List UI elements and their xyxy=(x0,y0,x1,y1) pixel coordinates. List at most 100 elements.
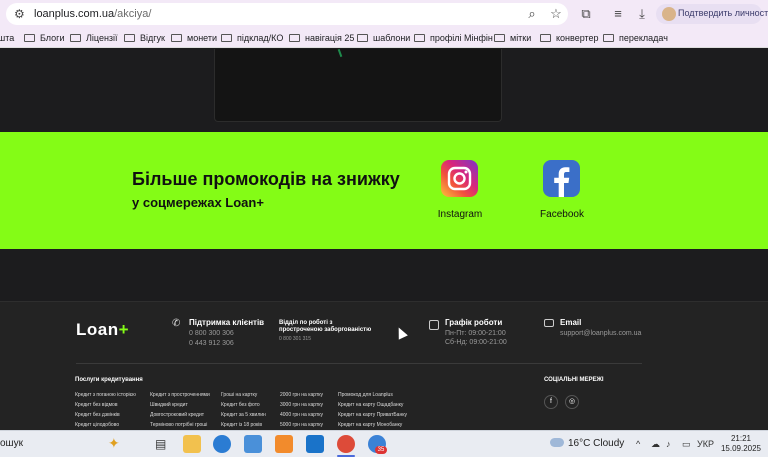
edge-icon[interactable] xyxy=(213,435,231,453)
overdue-phone[interactable]: 0 800 301 315 xyxy=(279,336,375,342)
reading-list-icon[interactable]: ≡ xyxy=(610,6,626,22)
support-phone-2[interactable]: 0 443 912 306 xyxy=(189,340,264,347)
media-card xyxy=(214,49,502,122)
schedule-weekend: Сб-Нд: 09:00-21:00 xyxy=(445,339,507,346)
browser-toolbar: ⚙ loanplus.com.ua/akciya/ ⌕ ☆ ⧉ ≡ ⤓ Подт… xyxy=(0,0,768,28)
sparkle-icon[interactable]: ✦ xyxy=(108,435,120,452)
folder-icon xyxy=(357,34,368,42)
support-block: Підтримка клієнтів 0 800 300 306 0 443 9… xyxy=(189,318,264,347)
services-title: Послуги кредитування xyxy=(75,377,143,383)
bookmark-item[interactable]: шаблони xyxy=(357,32,410,44)
schedule-title: Графік роботи xyxy=(445,318,503,327)
url-text[interactable]: loanplus.com.ua/akciya/ xyxy=(34,7,151,21)
facebook-link[interactable]: Facebook xyxy=(522,160,602,230)
bookmark-item[interactable]: шта xyxy=(0,32,14,44)
bookmarks-bar: шта Блоги Ліцензії Відгук монети підклад… xyxy=(0,28,768,48)
bookmark-item[interactable]: підклад/КО xyxy=(221,32,283,44)
bookmark-item[interactable]: мітки xyxy=(494,32,531,44)
schedule-weekdays: Пн-Пт: 09:00-21:00 xyxy=(445,330,506,337)
service-link[interactable]: Кредит без дзвінків xyxy=(75,412,120,418)
facebook-icon[interactable]: f xyxy=(544,395,558,409)
email-title: Email xyxy=(560,318,582,327)
service-link[interactable]: Кредит на карту ПриватБанку xyxy=(338,412,407,418)
file-explorer-icon[interactable] xyxy=(183,435,201,453)
service-link[interactable]: Кредит на карту Ощадбанку xyxy=(338,402,403,408)
facebook-icon[interactable] xyxy=(543,160,580,197)
service-link[interactable]: Кредит без відмов xyxy=(75,402,117,408)
folder-icon xyxy=(70,34,81,42)
service-link[interactable]: Терміново потрібні гроші xyxy=(150,422,207,428)
folder-icon xyxy=(540,34,551,42)
folder-icon xyxy=(124,34,135,42)
support-phone-1[interactable]: 0 800 300 306 xyxy=(189,330,264,337)
site-logo[interactable]: Loan+ xyxy=(76,320,129,340)
language-indicator[interactable]: УКР xyxy=(697,439,714,449)
email-address[interactable]: support@loanplus.com.ua xyxy=(560,330,641,337)
battery-icon[interactable]: ▭ xyxy=(682,439,691,450)
speaker-icon[interactable]: ♪ xyxy=(666,439,671,449)
bookmark-item[interactable]: перекладач xyxy=(603,32,668,44)
bookmark-item[interactable]: Ліцензії xyxy=(70,32,118,44)
chrome-icon[interactable] xyxy=(337,435,355,453)
cloud-icon xyxy=(550,438,564,447)
taskbar-search[interactable]: ошук xyxy=(0,438,23,449)
bookmark-item[interactable]: профілі Мінфін xyxy=(414,32,493,44)
folder-icon xyxy=(24,34,35,42)
download-icon[interactable]: ⤓ xyxy=(634,6,650,22)
url-path: /akciya/ xyxy=(114,8,152,20)
task-view-icon[interactable]: ▤ xyxy=(155,437,166,451)
service-link[interactable]: 2000 грн на картку xyxy=(280,392,323,398)
clock[interactable]: 21:21 15.09.2025 xyxy=(718,434,764,454)
overdue-title: Відділ по роботі з простроченою заборгов… xyxy=(279,320,372,333)
profile-label: Подтвердить личность xyxy=(678,8,768,18)
outlook-icon[interactable] xyxy=(306,435,324,453)
service-link[interactable]: Кредит з поганою історією xyxy=(75,392,136,398)
bookmark-item[interactable]: монети xyxy=(171,32,217,44)
email-block: Email support@loanplus.com.ua xyxy=(560,318,641,337)
site-footer: Loan+ ✆ Підтримка клієнтів 0 800 300 306… xyxy=(0,301,768,430)
clock-date: 15.09.2025 xyxy=(720,444,762,453)
onedrive-icon[interactable]: ☁ xyxy=(651,439,660,450)
weather-widget[interactable]: 16°C Cloudy xyxy=(550,438,624,449)
service-link[interactable]: Промокод для Loanplus xyxy=(338,392,393,398)
promo-banner: Більше промокодів на знижку у соцмережах… xyxy=(0,132,768,249)
service-link[interactable]: Кредит без фото xyxy=(221,402,260,408)
service-link[interactable]: Кредит цілодобово xyxy=(75,422,119,428)
bookmark-item[interactable]: навігація 25 xyxy=(289,32,354,44)
bookmark-star-icon[interactable]: ☆ xyxy=(548,6,564,22)
taskbar: ошук ✦ ▤ 35 16°C Cloudy ^ ☁ ♪ ▭ УКР 21:2… xyxy=(0,430,768,457)
url-host: loanplus.com.ua xyxy=(34,8,115,20)
firefox-icon[interactable] xyxy=(275,435,293,453)
store-icon[interactable] xyxy=(244,435,262,453)
instagram-icon[interactable]: ◎ xyxy=(565,395,579,409)
service-link[interactable]: Кредит з простроченнями xyxy=(150,392,210,398)
service-link[interactable]: Гроші на картку xyxy=(221,392,257,398)
folder-icon xyxy=(171,34,182,42)
folder-icon xyxy=(494,34,505,42)
instagram-link[interactable]: Instagram xyxy=(420,160,500,230)
service-link[interactable]: Довгостроковий кредит xyxy=(150,412,204,418)
promo-subtitle: у соцмережах Loan+ xyxy=(132,195,264,210)
service-link[interactable]: Кредит із 18 років xyxy=(221,422,262,428)
promo-title: Більше промокодів на знижку xyxy=(132,169,400,189)
service-link[interactable]: 5000 грн на картку xyxy=(280,422,323,428)
service-link[interactable]: Кредит за 5 хвилин xyxy=(221,412,266,418)
service-link[interactable]: Кредит на карту Монобанку xyxy=(338,422,402,428)
zoom-icon[interactable]: ⌕ xyxy=(524,6,540,22)
bookmark-item[interactable]: конвертер xyxy=(540,32,599,44)
chevron-up-icon[interactable]: ^ xyxy=(636,439,640,449)
schedule-block: Графік роботи Пн-Пт: 09:00-21:00 Сб-Нд: … xyxy=(445,318,507,346)
profile-button[interactable]: Подтвердить личность xyxy=(656,4,768,24)
phone-icon: ✆ xyxy=(172,318,181,329)
service-link[interactable]: 3000 грн на картку xyxy=(280,402,323,408)
service-link[interactable]: 4000 грн на картку xyxy=(280,412,323,418)
service-link[interactable]: Швидкий кредит xyxy=(150,402,188,408)
instagram-icon[interactable] xyxy=(441,160,478,197)
site-info-icon[interactable]: ⚙ xyxy=(14,7,28,21)
extensions-icon[interactable]: ⧉ xyxy=(578,6,594,22)
avatar xyxy=(662,7,676,21)
address-bar[interactable]: ⚙ loanplus.com.ua/akciya/ ⌕ ☆ xyxy=(6,3,568,25)
bookmark-item[interactable]: Відгук xyxy=(124,32,165,44)
page-content: Більше промокодів на знижку у соцмережах… xyxy=(0,49,768,430)
bookmark-item[interactable]: Блоги xyxy=(24,32,64,44)
